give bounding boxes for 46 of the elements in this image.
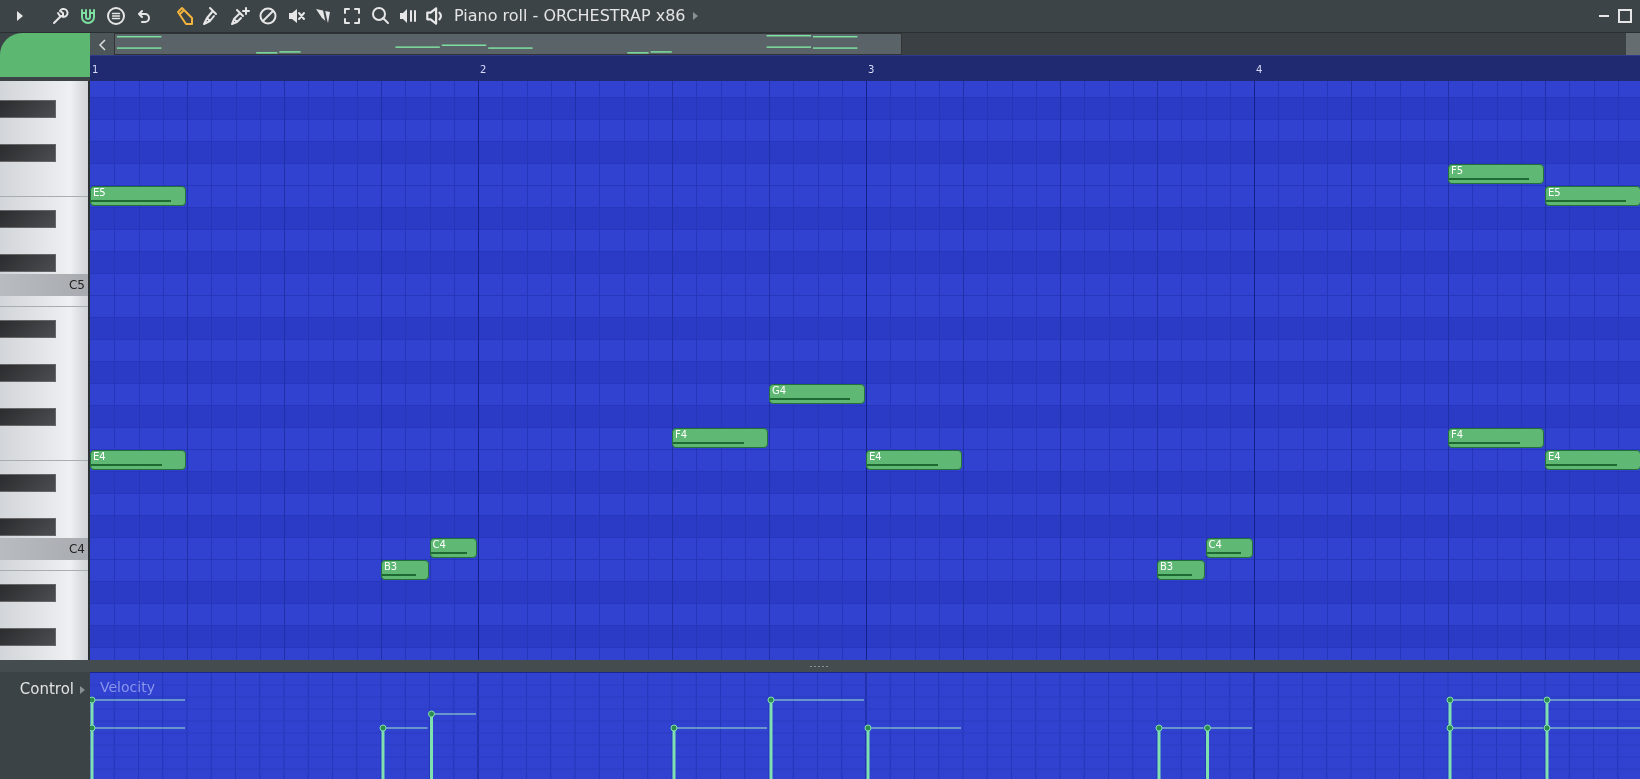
note[interactable]: E5: [1545, 186, 1640, 206]
velocity-stem[interactable]: [1446, 724, 1544, 779]
lane-label: Control: [19, 679, 74, 700]
velocity-stem[interactable]: [670, 724, 768, 779]
key-label[interactable]: C5: [0, 274, 88, 296]
tool-tab[interactable]: [0, 33, 90, 77]
note[interactable]: B3: [1157, 560, 1205, 580]
velocity-stem[interactable]: [379, 724, 428, 779]
velocity-stem[interactable]: [767, 696, 865, 779]
resize-handle-icon[interactable]: [810, 664, 830, 668]
velocity-stem[interactable]: [864, 724, 962, 779]
note[interactable]: G4: [769, 384, 865, 404]
bar-number: 3: [868, 63, 875, 77]
velocity-stem[interactable]: [1446, 696, 1544, 725]
velocity-stem[interactable]: [90, 696, 186, 725]
note-grid[interactable]: E5 E4 B3 C4 F4 G4 E4 B3 C4 F5 F4 E5 E4: [90, 81, 1640, 660]
velocity-stem[interactable]: [1155, 724, 1204, 779]
note[interactable]: F5: [1448, 164, 1544, 184]
velocity-stem[interactable]: [1543, 696, 1640, 725]
note[interactable]: E5: [90, 186, 186, 206]
key-label[interactable]: C4: [0, 538, 88, 560]
maximize-icon[interactable]: [1616, 6, 1632, 26]
velocity-lane[interactable]: Velocity: [90, 672, 1640, 779]
note[interactable]: E4: [90, 450, 186, 470]
scrollbar-handle[interactable]: [1626, 33, 1640, 55]
piano-keyboard[interactable]: C5 C4: [0, 81, 90, 660]
note[interactable]: C4: [429, 538, 477, 558]
note[interactable]: C4: [1205, 538, 1253, 558]
bar-number: 1: [92, 63, 99, 77]
chevron-left-icon[interactable]: [96, 36, 108, 53]
velocity-stem[interactable]: [428, 710, 477, 779]
note[interactable]: F4: [1448, 428, 1544, 448]
note[interactable]: B3: [381, 560, 429, 580]
note[interactable]: E4: [866, 450, 962, 470]
velocity-stem[interactable]: [90, 724, 186, 779]
note[interactable]: E4: [1545, 450, 1640, 470]
caret-icon[interactable]: [78, 683, 86, 697]
bar-number: 4: [1256, 63, 1263, 77]
note[interactable]: F4: [672, 428, 768, 448]
velocity-stem[interactable]: [1204, 724, 1253, 779]
parameter-name[interactable]: Velocity: [100, 677, 155, 698]
scroll-left-button[interactable]: [90, 33, 114, 55]
timeline-ruler[interactable]: 1 2 3 4: [90, 55, 1640, 81]
bar-number: 2: [480, 63, 487, 77]
window-title: Piano roll - ORCHESTRAP x86: [454, 5, 686, 27]
velocity-stem[interactable]: [1543, 724, 1640, 779]
